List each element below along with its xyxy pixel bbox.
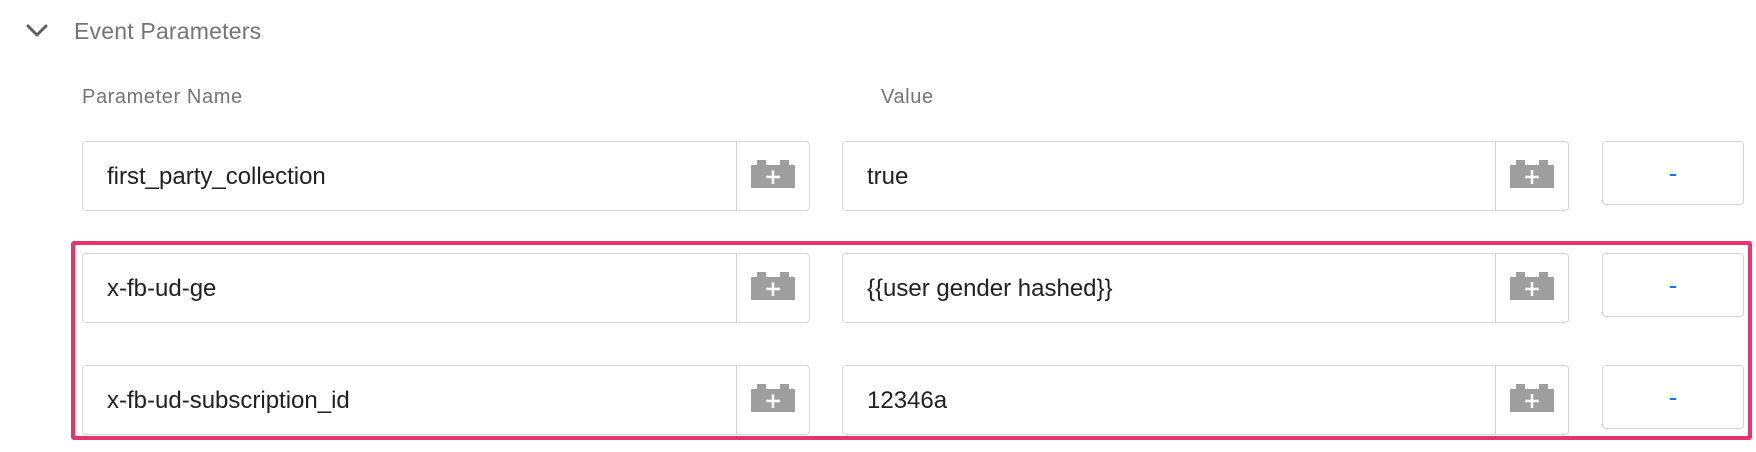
parameter-name-input[interactable]: first_party_collection [83, 142, 736, 210]
section-header[interactable]: Event Parameters [26, 14, 261, 48]
remove-row-button[interactable]: - [1602, 365, 1744, 429]
parameter-value-input[interactable]: 12346a [843, 366, 1495, 434]
add-variable-brick-icon [751, 159, 795, 193]
remove-row-button[interactable]: - [1602, 141, 1744, 205]
add-variable-button[interactable] [1495, 366, 1568, 434]
parameter-name-input[interactable]: x-fb-ud-subscription_id [83, 366, 736, 434]
parameter-name-column-label: Parameter Name [82, 86, 243, 108]
parameter-name-input[interactable]: x-fb-ud-ge [83, 254, 736, 322]
add-variable-brick-icon [1510, 383, 1554, 417]
add-variable-button[interactable] [736, 366, 809, 434]
add-variable-brick-icon [1510, 271, 1554, 305]
section-title: Event Parameters [74, 17, 262, 44]
add-variable-button[interactable] [736, 254, 809, 322]
parameter-value-field[interactable]: {{user gender hashed}} [842, 253, 1569, 323]
parameter-value-input[interactable]: {{user gender hashed}} [843, 254, 1495, 322]
value-column-label: Value [881, 86, 934, 108]
remove-row-button[interactable]: - [1602, 253, 1744, 317]
add-variable-brick-icon [751, 271, 795, 305]
parameter-value-input[interactable]: true [843, 142, 1495, 210]
parameter-name-field[interactable]: x-fb-ud-ge [82, 253, 810, 323]
add-variable-button[interactable] [736, 142, 809, 210]
add-variable-brick-icon [751, 383, 795, 417]
parameter-name-field[interactable]: first_party_collection [82, 141, 810, 211]
parameter-value-field[interactable]: 12346a [842, 365, 1569, 435]
parameter-name-field[interactable]: x-fb-ud-subscription_id [82, 365, 810, 435]
add-variable-brick-icon [1510, 159, 1554, 193]
chevron-down-icon[interactable] [26, 20, 48, 42]
parameter-value-field[interactable]: true [842, 141, 1569, 211]
add-variable-button[interactable] [1495, 142, 1568, 210]
add-variable-button[interactable] [1495, 254, 1568, 322]
